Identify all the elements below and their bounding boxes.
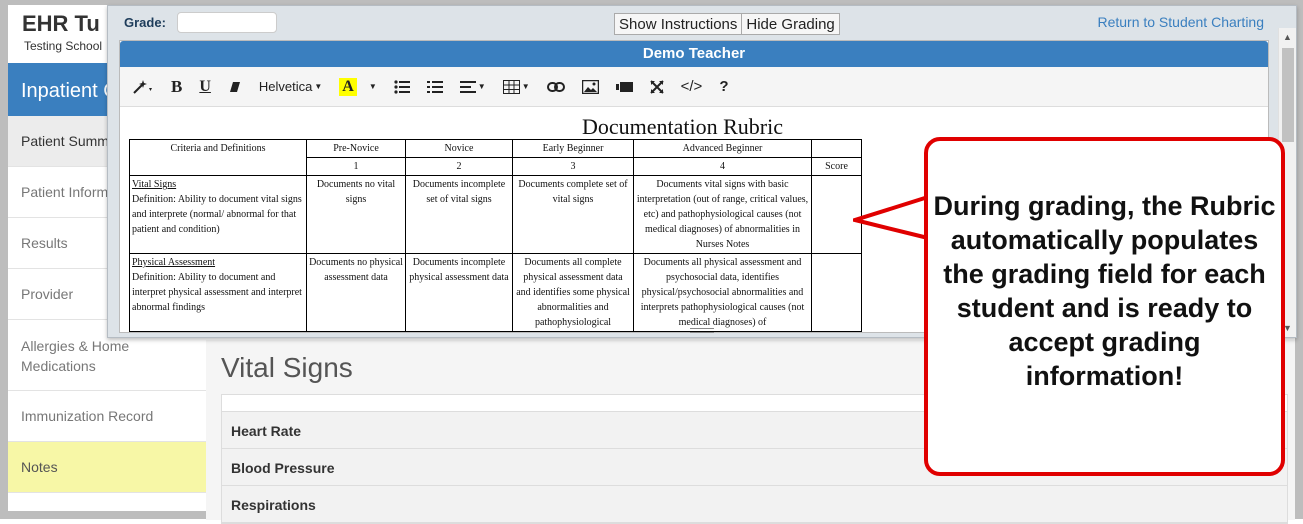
image-icon[interactable] [581,79,599,94]
rubric-cell: Documents all complete physical assessme… [512,253,634,332]
header-number: 3 [512,157,634,176]
rubric-cell: Documents no vital signs [306,175,406,254]
criteria-name: Vital Signs [132,179,177,190]
grade-label: Grade: [124,15,166,30]
resize-handle[interactable] [690,328,714,333]
video-icon[interactable] [615,81,633,93]
show-instructions-button[interactable]: Show Instructions [614,13,743,35]
bold-button[interactable]: B [171,77,182,97]
editor-title: Demo Teacher [120,41,1268,67]
school-name: Testing School [24,39,103,53]
chevron-down-icon: ▼ [477,82,486,91]
scrollbar-thumb[interactable] [1282,48,1294,142]
fullscreen-icon[interactable] [649,79,664,94]
rubric-table: Criteria and Definitions Pre-Novice Novi… [129,139,862,332]
header-level: Pre-Novice [306,139,406,158]
underline-button[interactable]: U [199,78,211,96]
criteria-cell: Vital Signs Definition: Ability to docum… [129,175,307,254]
rubric-cell: Documents incomplete set of vital signs [405,175,513,254]
criteria-name: Physical Assessment [132,257,216,268]
highlight-color-button[interactable]: A ▼ [339,77,377,96]
header-blank [811,139,862,158]
header-number: 4 [633,157,812,176]
score-cell[interactable] [811,253,862,332]
font-family-dropdown[interactable]: Helvetica ▼ [259,79,322,94]
magic-wand-icon[interactable] [132,79,154,95]
sidebar-item-notes[interactable]: Notes [8,442,206,493]
table-row: Vital Signs Definition: Ability to docum… [129,175,862,254]
header-score: Score [811,157,862,176]
editor-toolbar: B U Helvetica ▼ A ▼ ▼ ▼ </> ? [120,67,1268,107]
hide-grading-button[interactable]: Hide Grading [742,13,840,35]
rubric-cell: Documents no physical assessment data [306,253,406,332]
header-number: 1 [306,157,406,176]
criteria-definition: Definition: Ability to document vital si… [132,194,302,235]
criteria-cell: Physical Assessment Definition: Ability … [129,253,307,332]
header-level: Advanced Beginner [633,139,812,158]
logo: EHR Tu [22,11,100,36]
callout-pointer-icon [853,195,929,240]
top-button-group: Show Instructions Hide Grading [614,13,840,35]
page-title: Vital Signs [221,352,353,383]
scroll-up-icon[interactable]: ▲ [1283,32,1292,42]
callout-text: During grading, the Rubric automatically… [933,191,1276,391]
table-row: Physical Assessment Definition: Ability … [129,253,862,332]
header-level: Early Beginner [512,139,634,158]
link-icon[interactable] [546,81,565,93]
font-family-label: Helvetica [258,79,313,94]
rubric-cell: Documents vital signs with basic interpr… [633,175,812,254]
vital-row-respirations[interactable]: Respirations [222,486,1287,523]
return-to-charting-link[interactable]: Return to Student Charting [1097,14,1264,30]
highlight-icon: A [339,77,357,96]
code-view-icon[interactable]: </> [681,78,703,95]
table-icon[interactable]: ▼ [502,79,530,94]
rubric-cell: Documents incomplete physical assessment… [405,253,513,332]
criteria-definition: Definition: Ability to document and inte… [132,272,302,313]
header-level: Novice [405,139,513,158]
numbered-list-icon[interactable] [426,80,443,94]
header-criteria: Criteria and Definitions [129,139,307,176]
help-icon[interactable]: ? [719,78,728,95]
sidebar-item-immunization[interactable]: Immunization Record [8,391,206,442]
chevron-down-icon[interactable]: ▼ [369,82,377,91]
align-icon[interactable]: ▼ [459,80,486,93]
rubric-cell: Documents all physical assessment and ps… [633,253,812,332]
callout-box: During grading, the Rubric automatically… [924,137,1285,476]
bullet-list-icon[interactable] [394,79,410,94]
chevron-down-icon: ▼ [521,82,530,91]
rubric-title: Documentation Rubric [582,114,784,139]
rubric-cell: Documents complete set of vital signs [512,175,634,254]
chevron-down-icon: ▼ [314,82,323,91]
eraser-icon[interactable] [228,80,242,94]
grade-input[interactable] [177,12,277,33]
header-number: 2 [405,157,513,176]
